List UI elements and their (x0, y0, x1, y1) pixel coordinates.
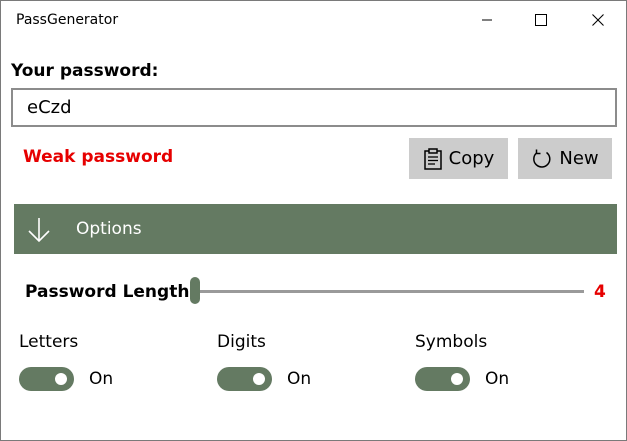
close-button[interactable] (575, 1, 621, 39)
password-field[interactable] (11, 88, 617, 127)
options-label: Options (76, 219, 142, 239)
password-length-slider[interactable] (198, 290, 584, 293)
new-password-button[interactable]: New (518, 138, 612, 179)
options-expander[interactable]: Options (14, 204, 617, 254)
toggle-knob (55, 373, 67, 385)
title-bar[interactable]: PassGenerator (1, 1, 626, 39)
close-icon (592, 14, 604, 26)
minimize-button[interactable] (464, 1, 510, 39)
copy-button[interactable]: Copy (409, 138, 508, 179)
password-strength-text: Weak password (23, 147, 174, 167)
app-window: PassGenerator Your password: Weak passwo… (0, 0, 627, 441)
copy-button-label: Copy (448, 148, 495, 169)
toggle-knob (253, 373, 265, 385)
digits-toggle-state: On (287, 369, 312, 389)
digits-toggle[interactable] (217, 367, 272, 391)
window-title: PassGenerator (16, 12, 119, 28)
symbols-toggle[interactable] (415, 367, 470, 391)
password-length-value: 4 (594, 282, 606, 302)
arrow-down-icon (26, 217, 52, 247)
slider-thumb[interactable] (190, 277, 200, 304)
symbols-toggle-state: On (485, 369, 510, 389)
password-length-label: Password Length: (25, 282, 197, 302)
digits-label: Digits (217, 332, 266, 352)
toggle-knob (451, 373, 463, 385)
letters-label: Letters (19, 332, 79, 352)
minimize-icon (481, 14, 493, 26)
clipboard-icon (423, 147, 443, 170)
password-label: Your password: (11, 61, 159, 81)
refresh-icon (531, 148, 553, 170)
letters-toggle-state: On (89, 369, 114, 389)
symbols-label: Symbols (415, 332, 488, 352)
new-button-label: New (559, 148, 599, 169)
maximize-icon (535, 14, 547, 26)
letters-toggle[interactable] (19, 367, 74, 391)
maximize-button[interactable] (518, 1, 564, 39)
